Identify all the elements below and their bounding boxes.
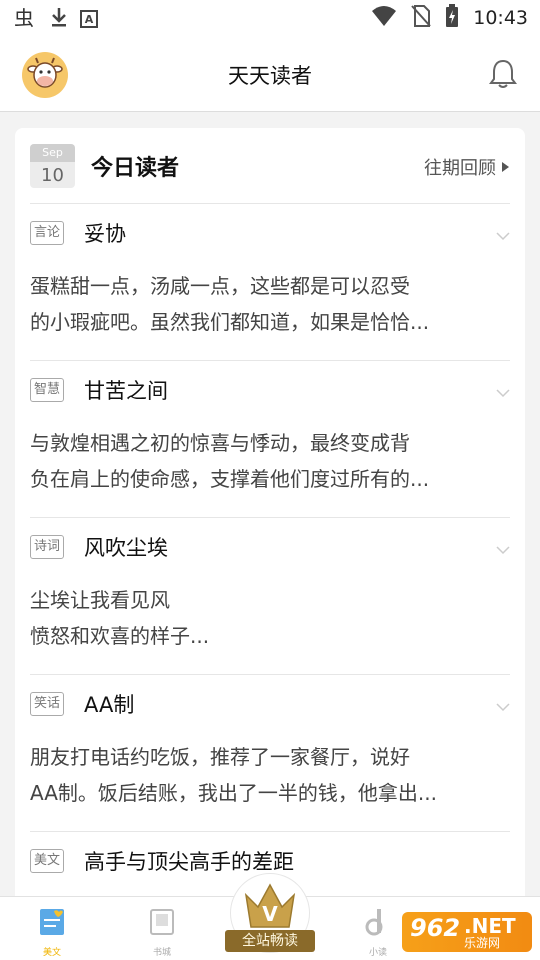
today-card: Sep 10 今日读者 往期回顾 言论 妥协 蛋糕甜一点，汤咸一点，这些都是可以… <box>15 128 525 908</box>
excerpt-line: 尘埃让我看见风 <box>30 588 170 612</box>
no-sim-icon <box>411 4 431 32</box>
category-tag: 笑话 <box>30 692 64 716</box>
category-tag: 诗词 <box>30 535 64 559</box>
excerpt-line: 负在肩上的使命感，支撑着他们度过所有的... <box>30 467 430 491</box>
svg-text:虫: 虫 <box>14 6 34 28</box>
bug-icon: 虫 <box>14 6 38 32</box>
nav-label: 书城 <box>152 948 171 958</box>
download-icon <box>50 6 68 32</box>
status-bar: 虫 A 10:43 <box>0 0 540 36</box>
excerpt-line: 与敦煌相遇之初的惊喜与悸动，最终变成背 <box>30 431 410 455</box>
chevron-down-icon[interactable] <box>496 383 510 402</box>
nav-item-bookstore[interactable]: 书城 <box>132 907 192 958</box>
article-title: 风吹尘埃 <box>84 536 168 560</box>
article-title: AA制 <box>84 693 135 717</box>
article-title: 高手与顶尖高手的差距 <box>84 850 294 874</box>
nav-item-xiaodu[interactable]: 小读 <box>348 907 408 958</box>
watermark-badge: 962 .NET 乐游网 <box>402 912 532 952</box>
bell-icon[interactable] <box>488 58 518 94</box>
article-title: 甘苦之间 <box>84 379 168 403</box>
wifi-icon <box>371 5 397 31</box>
vip-all-access-button[interactable]: V 全站畅读 <box>225 873 315 960</box>
today-title: 今日读者 <box>91 156 180 181</box>
battery-charging-icon <box>445 4 459 32</box>
chevron-down-icon[interactable] <box>496 697 510 716</box>
site-watermark: 962 .NET 乐游网 <box>400 912 532 956</box>
article-excerpt: 与敦煌相遇之初的惊喜与悸动，最终变成背 负在肩上的使命感，支撑着他们度过所有的.… <box>30 425 510 497</box>
status-bar-left: 虫 A <box>14 6 98 32</box>
crown-icon: V <box>242 881 298 935</box>
calendar-month: Sep <box>30 144 75 162</box>
article-excerpt: 朋友打电话约吃饭，推荐了一家餐厅，说好 AA制。饭后结账，我出了一半的钱，他拿出… <box>30 739 510 811</box>
watermark-sub: 乐游网 <box>464 936 501 950</box>
status-time: 10:43 <box>473 7 528 29</box>
status-bar-right: 10:43 <box>371 4 528 32</box>
nav-item-articles[interactable]: 美文 <box>22 907 82 958</box>
article-title: 妥协 <box>84 222 126 246</box>
excerpt-line: 愤怒和欢喜的样子... <box>30 624 210 648</box>
excerpt-line: 的小瑕疵吧。虽然我们都知道，如果是恰恰... <box>30 310 430 334</box>
excerpt-line: 朋友打电话约吃饭，推荐了一家餐厅，说好 <box>30 745 410 769</box>
chevron-down-icon[interactable] <box>496 226 510 245</box>
calendar-day: 10 <box>41 165 64 186</box>
category-tag: 智慧 <box>30 378 64 402</box>
article-excerpt: 尘埃让我看见风 愤怒和欢喜的样子... <box>30 582 510 654</box>
vip-letter: V <box>262 902 278 926</box>
article-excerpt: 蛋糕甜一点，汤咸一点，这些都是可以忍受 的小瑕疵吧。虽然我们都知道，如果是恰恰.… <box>30 268 510 340</box>
xiaodu-icon <box>363 909 393 941</box>
article-icon <box>37 909 67 941</box>
article-item[interactable]: 笑话 AA制 朋友打电话约吃饭，推荐了一家餐厅，说好 AA制。饭后结账，我出了一… <box>30 674 510 831</box>
nav-label: 小读 <box>368 948 387 958</box>
page-title: 天天读者 <box>228 64 312 88</box>
article-item[interactable]: 智慧 甘苦之间 与敦煌相遇之初的惊喜与悸动，最终变成背 负在肩上的使命感，支撑着… <box>30 360 510 517</box>
excerpt-line: AA制。饭后结账，我出了一半的钱，他拿出... <box>30 781 437 805</box>
today-header: Sep 10 今日读者 往期回顾 <box>15 128 525 203</box>
category-tag: 美文 <box>30 849 64 873</box>
bookstore-icon <box>147 909 177 941</box>
article-item[interactable]: 言论 妥协 蛋糕甜一点，汤咸一点，这些都是可以忍受 的小瑕疵吧。虽然我们都知道，… <box>30 203 510 360</box>
chevron-down-icon[interactable] <box>496 540 510 559</box>
play-arrow-icon <box>502 162 509 172</box>
past-issues-link[interactable]: 往期回顾 <box>424 154 509 180</box>
calendar-icon: Sep 10 <box>30 144 75 188</box>
article-item[interactable]: 诗词 风吹尘埃 尘埃让我看见风 愤怒和欢喜的样子... <box>30 517 510 674</box>
past-issues-label: 往期回顾 <box>424 158 496 179</box>
watermark-number: 962 <box>410 914 461 942</box>
excerpt-line: 蛋糕甜一点，汤咸一点，这些都是可以忍受 <box>30 274 410 298</box>
category-tag: 言论 <box>30 221 64 245</box>
vip-label: 全站畅读 <box>225 930 315 952</box>
font-a-icon: A <box>80 10 98 28</box>
app-header: 天天读者 <box>0 36 540 112</box>
nav-label: 美文 <box>42 948 61 958</box>
